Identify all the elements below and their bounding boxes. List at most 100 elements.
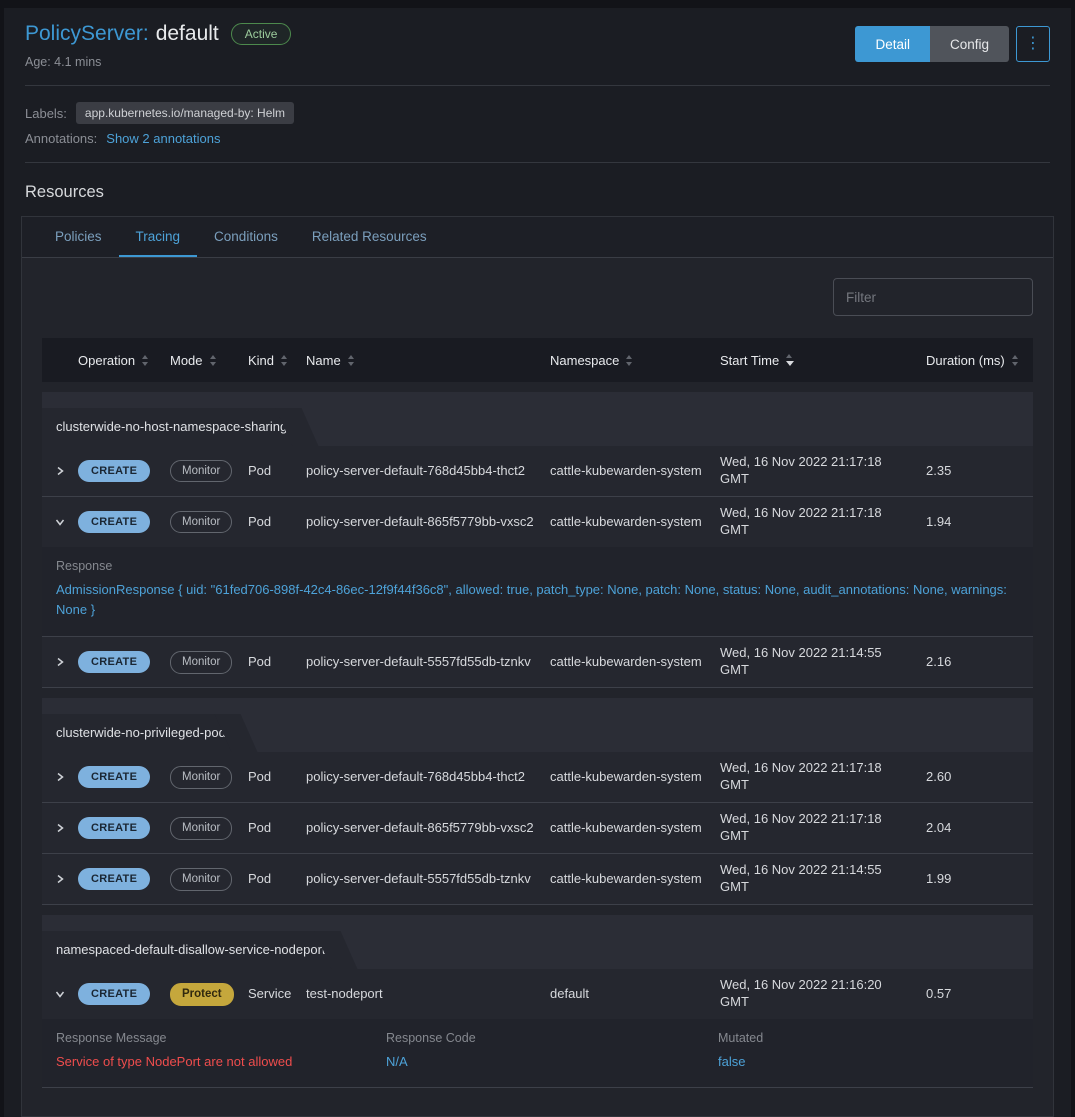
page-title: PolicyServer: default Active xyxy=(25,22,291,46)
group-tab: clusterwide-no-host-namespace-sharing xyxy=(42,408,297,446)
annotations-link[interactable]: Show 2 annotations xyxy=(106,131,220,146)
column-header-operation[interactable]: Operation xyxy=(78,353,170,368)
response-message-pair: Response Message Service of type NodePor… xyxy=(56,1031,386,1069)
operation-badge: CREATE xyxy=(78,460,150,482)
expand-toggle[interactable] xyxy=(42,657,78,667)
namespace-cell: cattle-kubewarden-system xyxy=(550,654,720,671)
filter-input[interactable] xyxy=(833,278,1033,316)
trace-row[interactable]: CREATE Monitor Pod policy-server-default… xyxy=(42,497,1033,547)
expand-toggle[interactable] xyxy=(42,517,78,527)
column-header-start-time[interactable]: Start Time xyxy=(720,353,926,368)
namespace-cell: cattle-kubewarden-system xyxy=(550,769,720,786)
trace-row[interactable]: CREATE Monitor Pod policy-server-default… xyxy=(42,446,1033,496)
kind-cell: Service xyxy=(248,986,306,1003)
tab-tracing[interactable]: Tracing xyxy=(119,217,198,257)
sort-icon xyxy=(1012,355,1018,366)
table-row: CREATE Protect Service test-nodeport def… xyxy=(42,969,1033,1088)
trace-row[interactable]: CREATE Monitor Pod policy-server-default… xyxy=(42,803,1033,853)
column-header-name[interactable]: Name xyxy=(306,353,550,368)
response-message-value: Service of type NodePort are not allowed xyxy=(56,1054,386,1069)
chevron-right-icon xyxy=(55,772,65,782)
operation-badge: CREATE xyxy=(78,511,150,533)
tab-conditions[interactable]: Conditions xyxy=(197,217,295,257)
start-time-cell: Wed, 16 Nov 2022 21:17:18 GMT xyxy=(720,505,926,539)
group-header: clusterwide-no-host-namespace-sharing xyxy=(42,392,1033,446)
status-badge: Active xyxy=(231,23,292,45)
tracing-panel: Operation Mode Kind Name xyxy=(22,258,1053,1116)
chevron-down-icon xyxy=(55,517,65,527)
start-time-cell: Wed, 16 Nov 2022 21:14:55 GMT xyxy=(720,645,926,679)
namespace-cell: cattle-kubewarden-system xyxy=(550,820,720,837)
header-actions: Detail Config ⋮ xyxy=(855,26,1050,62)
column-header-mode[interactable]: Mode xyxy=(170,353,248,368)
tab-policies[interactable]: Policies xyxy=(38,217,119,257)
table-row: CREATE Monitor Pod policy-server-default… xyxy=(42,854,1033,905)
operation-badge: CREATE xyxy=(78,766,150,788)
name-cell: policy-server-default-768d45bb4-thct2 xyxy=(306,769,550,786)
response-detail: Response AdmissionResponse { uid: "61fed… xyxy=(42,547,1033,636)
chevron-right-icon xyxy=(55,657,65,667)
expand-toggle[interactable] xyxy=(42,874,78,884)
sort-descending-icon xyxy=(786,354,794,366)
duration-cell: 2.16 xyxy=(926,654,1033,671)
annotations-label: Annotations: xyxy=(25,131,97,146)
resource-kind: PolicyServer: xyxy=(25,22,149,46)
table-row: CREATE Monitor Pod policy-server-default… xyxy=(42,497,1033,637)
policy-group: clusterwide-no-privileged-pod CREATE Mon… xyxy=(42,698,1033,905)
operation-badge: CREATE xyxy=(78,983,150,1005)
divider xyxy=(25,162,1050,163)
duration-cell: 1.99 xyxy=(926,871,1033,888)
duration-cell: 0.57 xyxy=(926,986,1033,1003)
labels-row: Labels: app.kubernetes.io/managed-by: He… xyxy=(25,102,1050,124)
divider xyxy=(25,85,1050,86)
policy-server-detail-page: PolicyServer: default Active Age: 4.1 mi… xyxy=(4,8,1071,1117)
response-detail: Response Message Service of type NodePor… xyxy=(42,1019,1033,1087)
trace-row[interactable]: CREATE Monitor Pod policy-server-default… xyxy=(42,637,1033,687)
tab-related-resources[interactable]: Related Resources xyxy=(295,217,444,257)
actions-menu-button[interactable]: ⋮ xyxy=(1016,26,1050,62)
trace-row[interactable]: CREATE Monitor Pod policy-server-default… xyxy=(42,752,1033,802)
mode-badge: Monitor xyxy=(170,868,232,891)
tab-bar: Policies Tracing Conditions Related Reso… xyxy=(22,217,1053,258)
mutated-value: false xyxy=(718,1054,1033,1069)
labels-label: Labels: xyxy=(25,106,67,121)
chevron-right-icon xyxy=(55,874,65,884)
group-tab: clusterwide-no-privileged-pod xyxy=(42,714,236,752)
label-chip: app.kubernetes.io/managed-by: Helm xyxy=(76,102,294,124)
column-header-kind[interactable]: Kind xyxy=(248,353,306,368)
kebab-menu-icon: ⋮ xyxy=(1025,35,1041,52)
mode-badge: Monitor xyxy=(170,511,232,534)
metadata-section: Labels: app.kubernetes.io/managed-by: He… xyxy=(21,102,1054,146)
expand-toggle[interactable] xyxy=(42,772,78,782)
trace-row[interactable]: CREATE Monitor Pod policy-server-default… xyxy=(42,854,1033,904)
response-text: AdmissionResponse { uid: "61fed706-898f-… xyxy=(56,580,1015,620)
expand-toggle[interactable] xyxy=(42,989,78,999)
table-row: CREATE Monitor Pod policy-server-default… xyxy=(42,803,1033,854)
detail-button[interactable]: Detail xyxy=(855,26,930,62)
group-header: clusterwide-no-privileged-pod xyxy=(42,698,1033,752)
title-block: PolicyServer: default Active Age: 4.1 mi… xyxy=(25,22,291,69)
kind-cell: Pod xyxy=(248,820,306,837)
chevron-right-icon xyxy=(55,823,65,833)
duration-cell: 2.04 xyxy=(926,820,1033,837)
mutated-label: Mutated xyxy=(718,1031,1033,1045)
page-header: PolicyServer: default Active Age: 4.1 mi… xyxy=(21,22,1054,69)
kind-cell: Pod xyxy=(248,514,306,531)
table-row: CREATE Monitor Pod policy-server-default… xyxy=(42,446,1033,497)
sort-icon xyxy=(210,355,216,366)
response-message-label: Response Message xyxy=(56,1031,386,1045)
sort-icon xyxy=(348,355,354,366)
trace-row[interactable]: CREATE Protect Service test-nodeport def… xyxy=(42,969,1033,1019)
start-time-cell: Wed, 16 Nov 2022 21:17:18 GMT xyxy=(720,454,926,488)
name-cell: policy-server-default-768d45bb4-thct2 xyxy=(306,463,550,480)
operation-badge: CREATE xyxy=(78,817,150,839)
config-button[interactable]: Config xyxy=(930,26,1009,62)
annotations-row: Annotations: Show 2 annotations xyxy=(25,131,1050,146)
expand-toggle[interactable] xyxy=(42,823,78,833)
column-header-duration[interactable]: Duration (ms) xyxy=(926,353,1033,368)
mode-badge: Protect xyxy=(170,983,234,1006)
column-header-namespace[interactable]: Namespace xyxy=(550,353,720,368)
resources-card: Policies Tracing Conditions Related Reso… xyxy=(21,216,1054,1117)
namespace-cell: cattle-kubewarden-system xyxy=(550,871,720,888)
expand-toggle[interactable] xyxy=(42,466,78,476)
